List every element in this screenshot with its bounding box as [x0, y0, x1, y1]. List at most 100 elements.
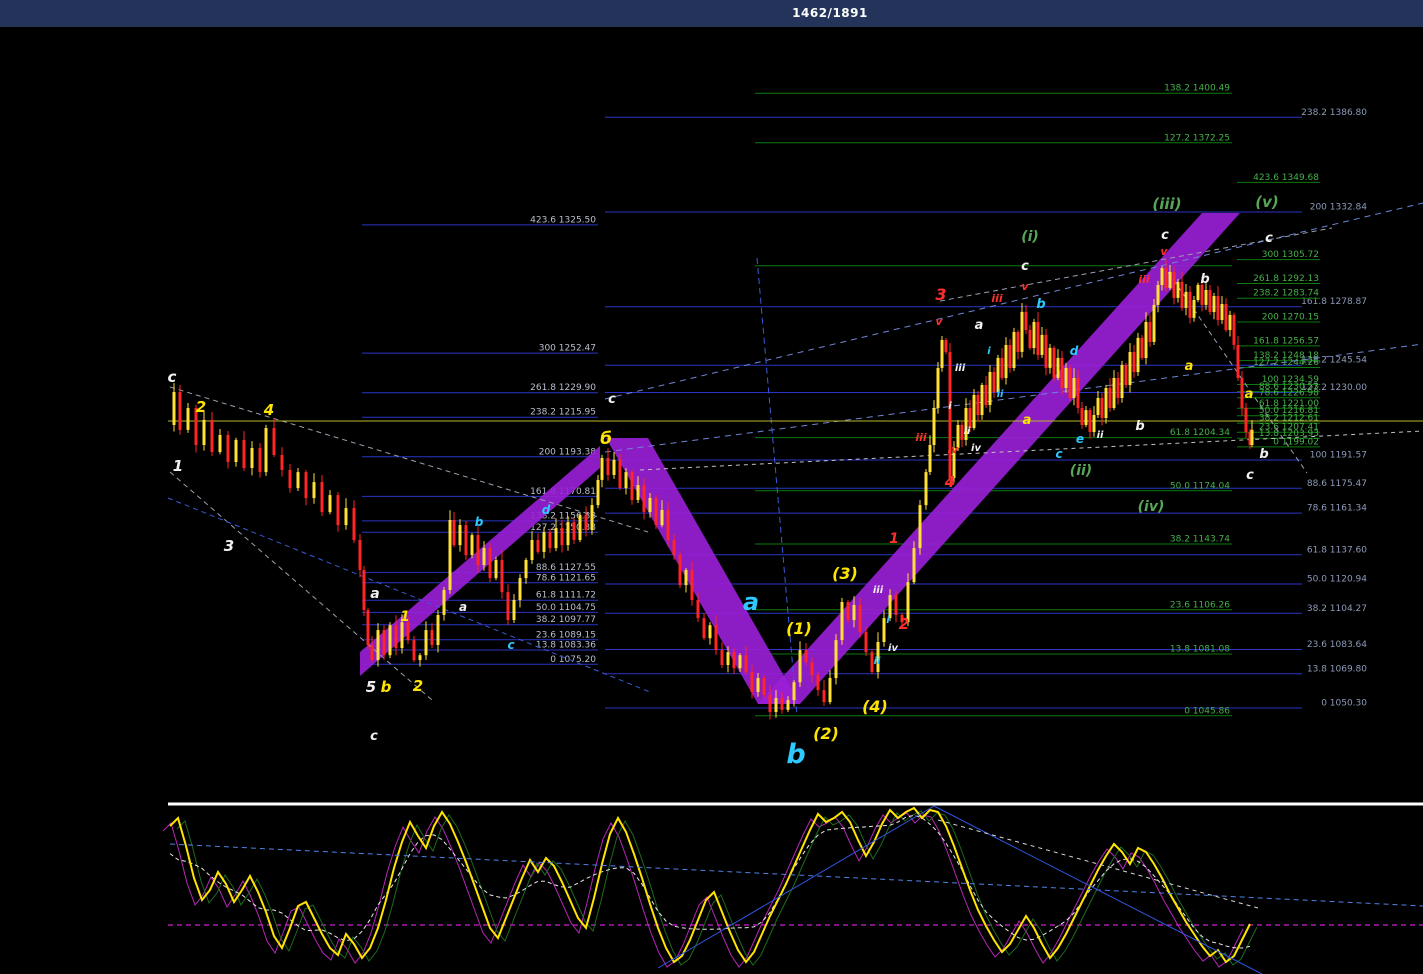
wave-label[interactable]: c: [1246, 468, 1254, 483]
wave-label[interactable]: b: [1036, 297, 1045, 312]
wave-label[interactable]: b: [786, 739, 805, 770]
wave-label[interactable]: 1: [400, 609, 410, 625]
wave-label[interactable]: iv: [888, 643, 898, 654]
candle: [840, 597, 844, 645]
candle-body: [940, 340, 944, 368]
wave-label[interactable]: (v): [1255, 193, 1279, 211]
wave-label[interactable]: ii: [1097, 430, 1104, 441]
wave-label[interactable]: c: [1021, 259, 1029, 274]
candle-body: [642, 485, 646, 513]
price-channel[interactable]: [758, 213, 1240, 704]
wave-label[interactable]: b: [1135, 419, 1144, 434]
wave-label[interactable]: c: [1265, 231, 1273, 246]
wave-label[interactable]: a: [370, 586, 379, 602]
wave-label[interactable]: iii: [915, 431, 927, 444]
wave-label[interactable]: e: [1076, 432, 1084, 446]
trendline[interactable]: [937, 819, 1259, 909]
wave-label[interactable]: (iii): [1152, 195, 1181, 213]
wave-label[interactable]: 1: [889, 531, 899, 547]
wave-label[interactable]: a: [459, 600, 467, 614]
wave-label[interactable]: d: [542, 503, 551, 517]
wave-label[interactable]: 2: [413, 677, 423, 695]
wave-label[interactable]: a: [975, 318, 984, 333]
wave-label[interactable]: 1: [173, 457, 183, 475]
candle-body: [1104, 388, 1108, 418]
wave-label[interactable]: i: [987, 346, 991, 357]
wave-label[interactable]: b: [1200, 272, 1209, 287]
wave-label[interactable]: ii: [964, 426, 971, 437]
candle: [1012, 327, 1016, 371]
wave-label[interactable]: v: [935, 315, 943, 328]
wave-label[interactable]: ii: [874, 656, 881, 667]
candle: [1108, 378, 1112, 412]
wave-label[interactable]: (iv): [1138, 499, 1165, 515]
wave-label[interactable]: 4: [263, 401, 274, 419]
candle-body: [1148, 322, 1152, 342]
wave-label[interactable]: i: [948, 401, 952, 412]
fib-level-label: 61.8 1204.34: [1170, 428, 1230, 438]
candle-body: [436, 615, 440, 645]
fib-level-label: 50.0 1120.94: [1307, 575, 1367, 585]
candle-body: [1224, 304, 1228, 330]
wave-label[interactable]: d: [1070, 344, 1079, 358]
wave-label[interactable]: iv: [971, 443, 981, 454]
wave-label[interactable]: c: [1161, 228, 1169, 243]
wave-label[interactable]: (ii): [1070, 463, 1092, 479]
wave-label[interactable]: (2): [813, 724, 839, 743]
wave-label[interactable]: a: [1023, 413, 1032, 428]
candle-body: [768, 695, 772, 712]
trendline[interactable]: [169, 843, 1423, 907]
wave-label[interactable]: v: [1021, 280, 1029, 293]
wave-label[interactable]: 2: [899, 615, 909, 633]
candle-body: [320, 482, 324, 513]
candle: [430, 623, 434, 648]
wave-label[interactable]: c: [168, 368, 177, 386]
candle-body: [442, 590, 446, 615]
wave-label[interactable]: б: [600, 429, 612, 449]
wave-label[interactable]: 3: [224, 537, 234, 555]
wave-label[interactable]: (i): [1021, 229, 1039, 245]
wave-label[interactable]: ii: [997, 389, 1004, 400]
wave-label[interactable]: a: [743, 588, 759, 616]
wave-label[interactable]: b: [475, 515, 484, 529]
wave-label[interactable]: c: [608, 392, 616, 407]
wave-label[interactable]: 5: [366, 678, 376, 696]
wave-label[interactable]: 2: [196, 398, 206, 416]
candle-body: [1000, 357, 1004, 378]
wave-label[interactable]: v: [1160, 245, 1168, 258]
wave-label[interactable]: c: [507, 638, 514, 652]
wave-label[interactable]: a: [1245, 387, 1254, 402]
wave-label[interactable]: 3: [935, 285, 946, 304]
wave-label[interactable]: b: [1259, 447, 1268, 462]
candle-body: [1236, 345, 1240, 378]
candle: [488, 543, 492, 582]
candle-body: [972, 395, 976, 428]
chart-canvas[interactable]: 423.6 1325.50300 1252.47261.8 1229.90238…: [0, 0, 1423, 974]
wave-label[interactable]: iii: [1138, 273, 1150, 286]
wave-label[interactable]: iv: [948, 443, 960, 456]
wave-label[interactable]: iii: [873, 585, 884, 596]
candle-body: [816, 675, 820, 691]
wave-label[interactable]: a: [1185, 359, 1194, 374]
wave-label[interactable]: c: [1055, 447, 1062, 461]
candle-body: [1048, 347, 1052, 368]
candle-body: [1128, 352, 1132, 385]
candle: [798, 641, 802, 687]
trendline[interactable]: [657, 805, 935, 969]
price-channel[interactable]: [606, 438, 800, 704]
candle-body: [1164, 268, 1168, 288]
candle-body: [452, 520, 456, 546]
wave-label[interactable]: (3): [832, 564, 858, 583]
wave-label[interactable]: i: [886, 615, 890, 626]
wave-label[interactable]: iii: [991, 292, 1003, 305]
wave-label[interactable]: c: [370, 729, 378, 744]
wave-label[interactable]: (4): [862, 697, 888, 716]
wave-label[interactable]: (1): [786, 619, 812, 638]
fib-level-label: 88.6 1127.55: [536, 563, 596, 573]
candle: [242, 431, 246, 471]
trendline[interactable]: [933, 805, 1263, 974]
wave-label[interactable]: b: [381, 678, 392, 696]
wave-label[interactable]: iii: [955, 363, 966, 374]
wave-label[interactable]: 4: [944, 473, 955, 491]
trendline[interactable]: [169, 471, 433, 701]
